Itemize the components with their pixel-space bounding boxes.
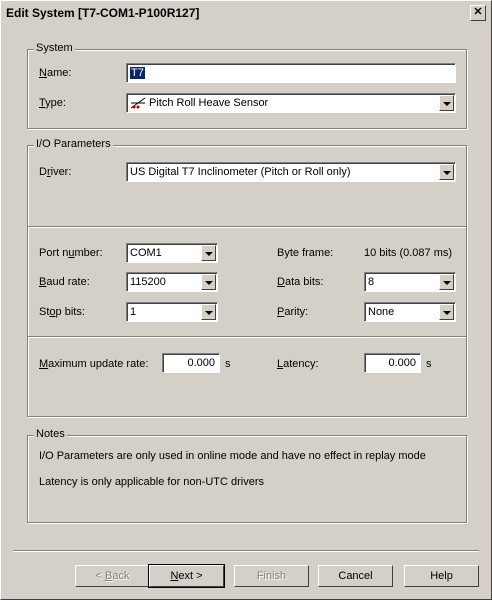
data-bits-dropdown[interactable]: 8 (364, 272, 456, 292)
byte-frame-label: Byte frame: (277, 247, 334, 259)
driver-dropdown[interactable]: US Digital T7 Inclinometer (Pitch or Rol… (126, 162, 456, 182)
data-bits-value: 8 (368, 276, 375, 288)
next-button[interactable]: Next > (148, 564, 225, 588)
parity-label: Parity: (277, 306, 309, 318)
window-title: Edit System [T7-COM1-P100R127] (6, 6, 200, 20)
finish-button[interactable]: Finish (234, 565, 309, 587)
name-value: T7 (130, 67, 145, 79)
max-update-rate-field[interactable]: 0.000 (162, 353, 220, 373)
stop-bits-dropdown[interactable]: 1 (126, 302, 218, 322)
latency-unit: s (426, 358, 432, 370)
close-button[interactable]: ✕ (470, 5, 486, 21)
port-dropdown[interactable]: COM1 (126, 243, 218, 263)
notes-group: Notes I/O Parameters are only used in on… (27, 428, 467, 523)
stop-bits-value: 1 (130, 306, 137, 318)
chevron-down-icon[interactable] (439, 164, 454, 180)
latency-value: 0.000 (388, 357, 416, 369)
parity-value: None (368, 306, 395, 318)
parity-dropdown[interactable]: None (364, 302, 456, 322)
chevron-down-icon[interactable] (201, 245, 216, 261)
chevron-down-icon[interactable] (201, 274, 216, 290)
io-parameters-group: I/O Parameters Driver: US Digital T7 Inc… (27, 138, 467, 417)
io-divider-1 (28, 226, 466, 228)
io-legend: I/O Parameters (34, 138, 113, 150)
edit-system-dialog: Edit System [T7-COM1-P100R127] ✕ System … (0, 0, 492, 600)
driver-value: US Digital T7 Inclinometer (Pitch or Rol… (130, 166, 351, 178)
max-update-rate-label: Maximum update rate: (39, 358, 149, 370)
title-bar: Edit System [T7-COM1-P100R127] ✕ (2, 2, 490, 24)
notes-line-1: I/O Parameters are only used in online m… (39, 450, 426, 462)
footer-divider (13, 550, 479, 552)
baud-rate-dropdown[interactable]: 115200 (126, 272, 218, 292)
cancel-button[interactable]: Cancel (318, 565, 393, 587)
port-value: COM1 (130, 247, 162, 259)
notes-line-2: Latency is only applicable for non-UTC d… (39, 476, 264, 488)
close-icon: ✕ (473, 6, 483, 18)
name-label: Name: (39, 67, 72, 79)
max-update-rate-value: 0.000 (187, 357, 215, 369)
type-value: Pitch Roll Heave Sensor (149, 97, 269, 109)
max-update-rate-unit: s (225, 358, 231, 370)
notes-legend: Notes (34, 428, 67, 440)
back-button[interactable]: < Back (75, 565, 150, 587)
type-dropdown[interactable]: Pitch Roll Heave Sensor (126, 93, 456, 113)
baud-rate-value: 115200 (130, 276, 166, 288)
pitch-roll-heave-icon (130, 97, 146, 109)
latency-label: Latency: (277, 358, 319, 370)
driver-label: Driver: (39, 166, 72, 178)
chevron-down-icon[interactable] (439, 274, 454, 290)
system-group: System Name: T7 Type: Pitch Roll Heave S… (27, 42, 467, 129)
byte-frame-value: 10 bits (0.087 ms) (364, 247, 453, 259)
chevron-down-icon[interactable] (439, 95, 454, 111)
chevron-down-icon[interactable] (439, 304, 454, 320)
system-legend: System (34, 42, 75, 54)
type-label: Type: (39, 97, 66, 109)
name-field[interactable]: T7 (126, 63, 456, 83)
chevron-down-icon[interactable] (201, 304, 216, 320)
stop-bits-label: Stop bits: (39, 306, 85, 318)
help-button[interactable]: Help (404, 565, 479, 587)
port-label: Port number: (39, 247, 103, 259)
data-bits-label: Data bits: (277, 276, 324, 288)
baud-rate-label: Baud rate: (39, 276, 90, 288)
io-divider-2 (28, 336, 466, 338)
latency-field[interactable]: 0.000 (364, 353, 421, 373)
